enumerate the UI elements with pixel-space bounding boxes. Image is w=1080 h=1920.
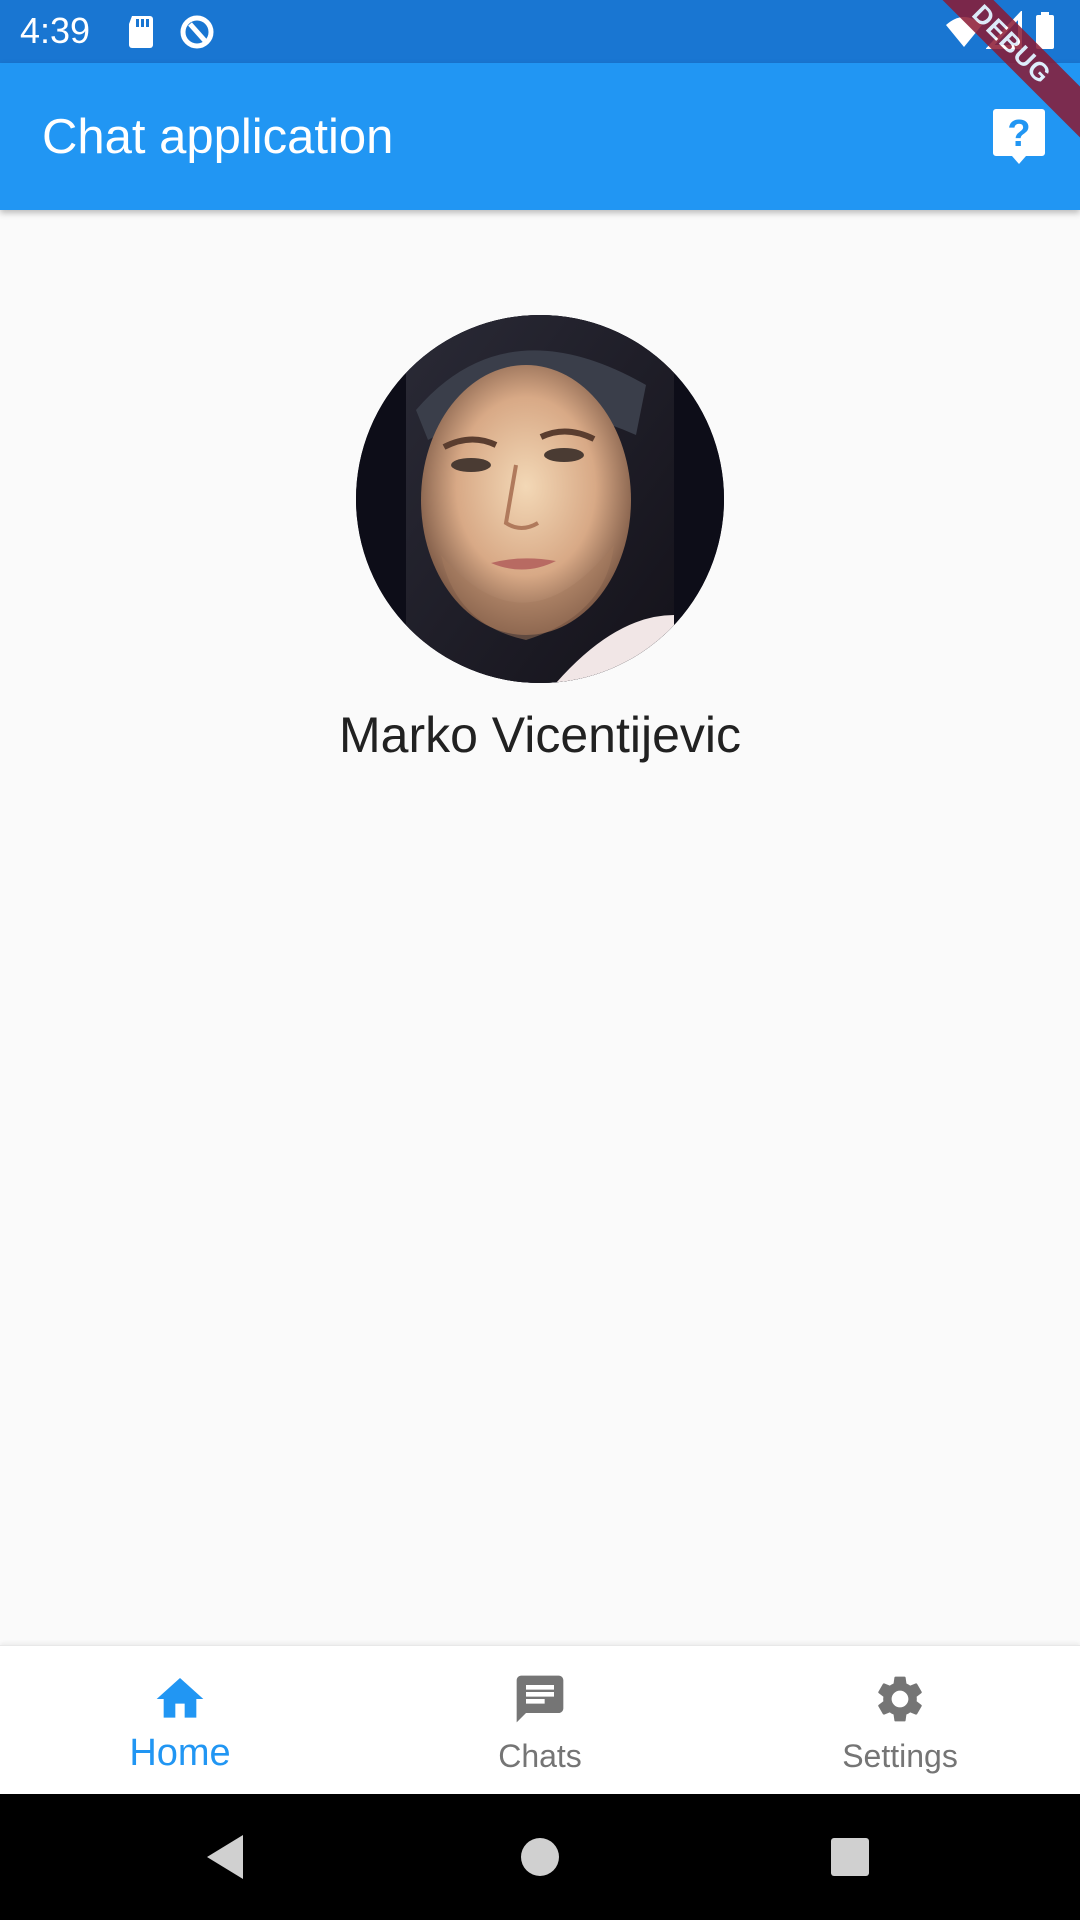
gear-icon: [878, 1676, 922, 1722]
help-question-icon[interactable]: ?: [992, 107, 1046, 167]
status-time: 4:39: [20, 10, 91, 51]
nav-item-home[interactable]: Home: [0, 1646, 360, 1795]
nav-label-chats: Chats: [498, 1738, 582, 1774]
home-icon: [156, 1678, 204, 1718]
status-bar: 4:39: [0, 0, 1080, 63]
system-navigation-bar: [0, 1794, 1080, 1920]
svg-text:?: ?: [1007, 113, 1030, 155]
home-circle-icon[interactable]: [510, 1827, 570, 1887]
sd-card-icon: [129, 16, 153, 48]
nav-label-settings: Settings: [842, 1738, 958, 1774]
nav-item-chats[interactable]: Chats: [360, 1646, 720, 1795]
back-icon[interactable]: [195, 1827, 255, 1887]
profile-photo: [356, 315, 724, 683]
sync-icon: [180, 15, 214, 49]
recents-icon[interactable]: [820, 1827, 880, 1887]
profile-name: Marko Vicentijevic: [338, 707, 741, 763]
app-bar: Chat application ?: [0, 63, 1080, 210]
chat-icon: [516, 1675, 564, 1723]
nav-label-home: Home: [129, 1732, 231, 1774]
bottom-navigation: Home Chats Settings: [0, 1645, 1080, 1795]
nav-item-settings[interactable]: Settings: [720, 1646, 1080, 1795]
page-title: Chat application: [42, 110, 394, 164]
avatar: [356, 315, 724, 683]
